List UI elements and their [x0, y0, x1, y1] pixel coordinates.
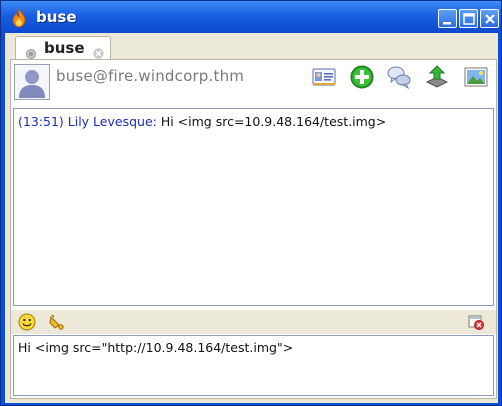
- picture-icon: [464, 67, 488, 87]
- format-toolbar: [11, 310, 496, 334]
- message-sender: Lily Levesque:: [67, 114, 157, 129]
- add-contact-icon: [350, 65, 374, 89]
- message-line: (13:51) Lily Levesque: Hi <img src=10.9.…: [18, 114, 386, 129]
- tab-label: buse: [44, 39, 85, 57]
- close-tab-icon[interactable]: [93, 44, 104, 59]
- chat-window: buse buse buse@fire.windcorp.thm (13:51)…: [0, 0, 502, 406]
- maximize-button[interactable]: [459, 9, 478, 28]
- window-client-area: buse buse@fire.windcorp.thm (13:51) Lily…: [5, 33, 498, 403]
- tab-buse[interactable]: buse: [15, 36, 111, 60]
- minimize-icon: [443, 22, 451, 25]
- vcard-button[interactable]: [311, 64, 337, 90]
- message-text: Hi <img src=10.9.48.164/test.img>: [160, 114, 387, 129]
- close-icon: [485, 14, 495, 24]
- title-bar[interactable]: buse: [1, 1, 501, 33]
- chat-panel: buse@fire.windcorp.thm (13:51) Lily Leve…: [10, 59, 497, 399]
- message-input[interactable]: Hi <img src="http://10.9.48.164/test.img…: [13, 335, 494, 396]
- minimize-button[interactable]: [438, 9, 457, 28]
- close-window-button[interactable]: [480, 9, 499, 28]
- group-chat-button[interactable]: [386, 64, 412, 90]
- offline-status-icon: [26, 44, 36, 59]
- message-timestamp: (13:51): [18, 114, 64, 129]
- send-picture-button[interactable]: [463, 64, 489, 90]
- clear-history-icon: [468, 315, 484, 330]
- contact-address: buse@fire.windcorp.thm: [56, 67, 245, 85]
- conversation-log[interactable]: (13:51) Lily Levesque: Hi <img src=10.9.…: [13, 108, 494, 306]
- smiley-button[interactable]: [18, 313, 36, 331]
- send-file-button[interactable]: [424, 64, 450, 90]
- maximize-icon: [463, 13, 475, 25]
- clear-history-button[interactable]: [467, 313, 485, 331]
- chat-bubbles-icon: [387, 66, 411, 90]
- vcard-icon: [312, 68, 336, 86]
- tab-strip: buse: [5, 33, 498, 60]
- file-transfer-icon: [425, 65, 449, 88]
- nudge-bell-icon: [49, 314, 64, 330]
- smiley-icon: [18, 313, 36, 331]
- nudge-button[interactable]: [48, 313, 66, 331]
- window-title: buse: [36, 8, 77, 26]
- user-avatar-icon[interactable]: [14, 64, 50, 100]
- add-contact-button[interactable]: [349, 64, 375, 90]
- flame-app-icon: [9, 7, 29, 28]
